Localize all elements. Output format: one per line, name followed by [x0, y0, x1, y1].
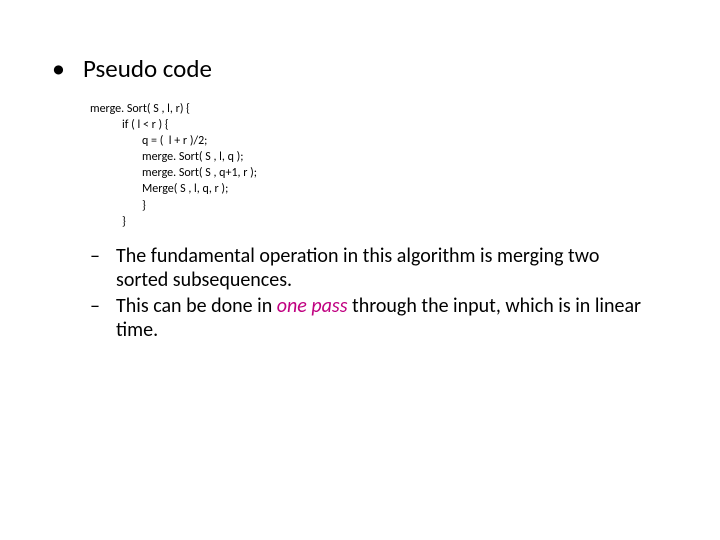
- code-line: merge. Sort( S , l, r) {: [90, 101, 682, 117]
- heading-text: Pseudo code: [83, 55, 212, 83]
- code-line: Merge( S , l, q, r );: [142, 181, 682, 197]
- bullet-dot-icon: •: [52, 55, 65, 81]
- dash-icon: –: [90, 244, 104, 268]
- code-line: }: [142, 198, 682, 214]
- emphasis-text: one pass: [277, 294, 348, 318]
- text-line: sorted subsequences.: [116, 268, 292, 292]
- sub-bullet-text: The fundamental operation in this algori…: [116, 244, 599, 292]
- pseudo-code-block: merge. Sort( S , l, r) { if ( l < r ) { …: [90, 101, 682, 231]
- code-line: q = ( l + r )/2;: [142, 133, 682, 149]
- text-fragment: This can be done in: [116, 294, 277, 318]
- dash-icon: –: [90, 294, 104, 318]
- sub-bullet-list: – The fundamental operation in this algo…: [90, 244, 682, 342]
- list-item: – The fundamental operation in this algo…: [90, 244, 682, 292]
- sub-bullet-text: This can be done in one pass through the…: [116, 294, 641, 342]
- text-fragment: through the input, which is in linear: [348, 294, 642, 318]
- code-line: if ( l < r ) {: [122, 117, 682, 133]
- code-line: merge. Sort( S , l, q );: [142, 149, 682, 165]
- code-line: merge. Sort( S , q+1, r );: [142, 165, 682, 181]
- text-line: The fundamental operation in this algori…: [116, 244, 599, 268]
- code-line: }: [122, 214, 682, 230]
- main-bullet: • Pseudo code: [52, 55, 682, 83]
- list-item: – This can be done in one pass through t…: [90, 294, 682, 342]
- text-line: time.: [116, 318, 158, 342]
